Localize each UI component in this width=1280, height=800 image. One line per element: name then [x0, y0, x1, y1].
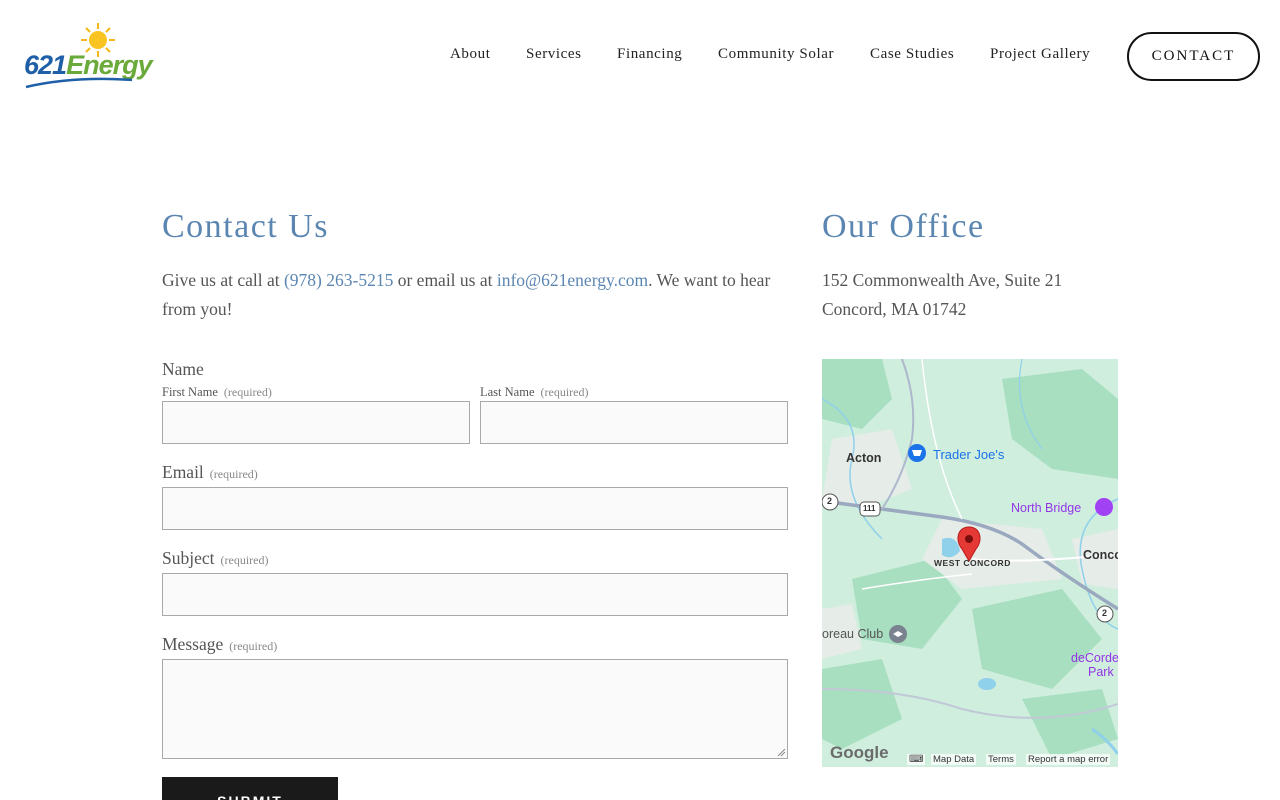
- subject-label-text: Subject: [162, 548, 215, 568]
- office-address: 152 Commonwealth Ave, Suite 21 Concord, …: [822, 266, 1062, 324]
- route-111-shield: 111: [863, 504, 876, 513]
- required-tag: (required): [220, 553, 269, 567]
- office-title: Our Office: [822, 208, 985, 245]
- map-data-link[interactable]: Map Data: [931, 754, 977, 765]
- keyboard-icon[interactable]: ⌨: [907, 754, 926, 765]
- map-label-north-bridge[interactable]: North Bridge: [1011, 501, 1081, 515]
- subject-input[interactable]: [162, 573, 788, 616]
- report-map-error-link[interactable]: Report a map error: [1026, 754, 1111, 765]
- map-label-trader-joes[interactable]: Trader Joe's: [933, 447, 1004, 462]
- route-2-shield-east: 2: [1102, 608, 1108, 618]
- submit-button[interactable]: SUBMIT: [162, 777, 338, 800]
- contact-title: Contact Us: [162, 208, 330, 245]
- required-tag: (required): [229, 639, 278, 653]
- subject-label: Subject (required): [162, 548, 268, 569]
- nav-item-services[interactable]: Services: [526, 46, 582, 63]
- contact-button[interactable]: CONTACT: [1127, 32, 1260, 81]
- logo-swoosh: [25, 77, 133, 89]
- last-name-input[interactable]: [480, 401, 788, 444]
- nav-item-about[interactable]: About: [450, 46, 491, 63]
- address-line-2: Concord, MA 01742: [822, 299, 967, 319]
- email-label: Email (required): [162, 462, 258, 483]
- intro-middle: or email us at: [393, 270, 497, 290]
- last-name-label-text: Last Name: [480, 385, 535, 399]
- required-tag: (required): [209, 467, 258, 481]
- email-label-text: Email: [162, 462, 204, 482]
- terms-link[interactable]: Terms: [986, 754, 1016, 765]
- resize-handle-icon[interactable]: [777, 748, 786, 757]
- nav-item-community-solar[interactable]: Community Solar: [718, 46, 834, 63]
- first-name-label: First Name (required): [162, 385, 272, 400]
- company-logo[interactable]: 621Energy: [24, 22, 159, 92]
- email-input[interactable]: [162, 487, 788, 530]
- map-label-west-concord: WEST CONCORD: [934, 558, 1011, 568]
- last-name-label: Last Name (required): [480, 385, 588, 400]
- required-tag: (required): [540, 385, 589, 399]
- route-2-shield: 2: [827, 496, 833, 506]
- email-link[interactable]: info@621energy.com: [497, 270, 648, 290]
- nav-item-financing[interactable]: Financing: [617, 46, 682, 63]
- contact-intro: Give us at call at (978) 263-5215 or ema…: [162, 266, 792, 324]
- office-map[interactable]: Acton Trader Joe's North Bridge Conco WE…: [822, 359, 1118, 767]
- message-label-text: Message: [162, 634, 224, 654]
- map-label-acton: Acton: [846, 451, 882, 465]
- map-label-decordova[interactable]: deCorde: [1071, 651, 1118, 665]
- map-label-thoreau-club[interactable]: oreau Club: [822, 627, 883, 641]
- intro-prefix: Give us at call at: [162, 270, 284, 290]
- message-label: Message (required): [162, 634, 277, 655]
- message-textarea[interactable]: [162, 659, 788, 759]
- first-name-label-text: First Name: [162, 385, 218, 399]
- nav-item-case-studies[interactable]: Case Studies: [870, 46, 954, 63]
- name-label: Name: [162, 359, 204, 379]
- map-label-park: Park: [1088, 665, 1114, 679]
- required-tag: (required): [223, 385, 272, 399]
- nav-item-project-gallery[interactable]: Project Gallery: [990, 46, 1090, 63]
- map-label-concord: Conco: [1083, 548, 1118, 562]
- first-name-input[interactable]: [162, 401, 470, 444]
- address-line-1: 152 Commonwealth Ave, Suite 21: [822, 270, 1063, 290]
- map-footer: ⌨ Map Data Terms Report a map error: [822, 753, 1118, 767]
- phone-link[interactable]: (978) 263-5215: [284, 270, 393, 290]
